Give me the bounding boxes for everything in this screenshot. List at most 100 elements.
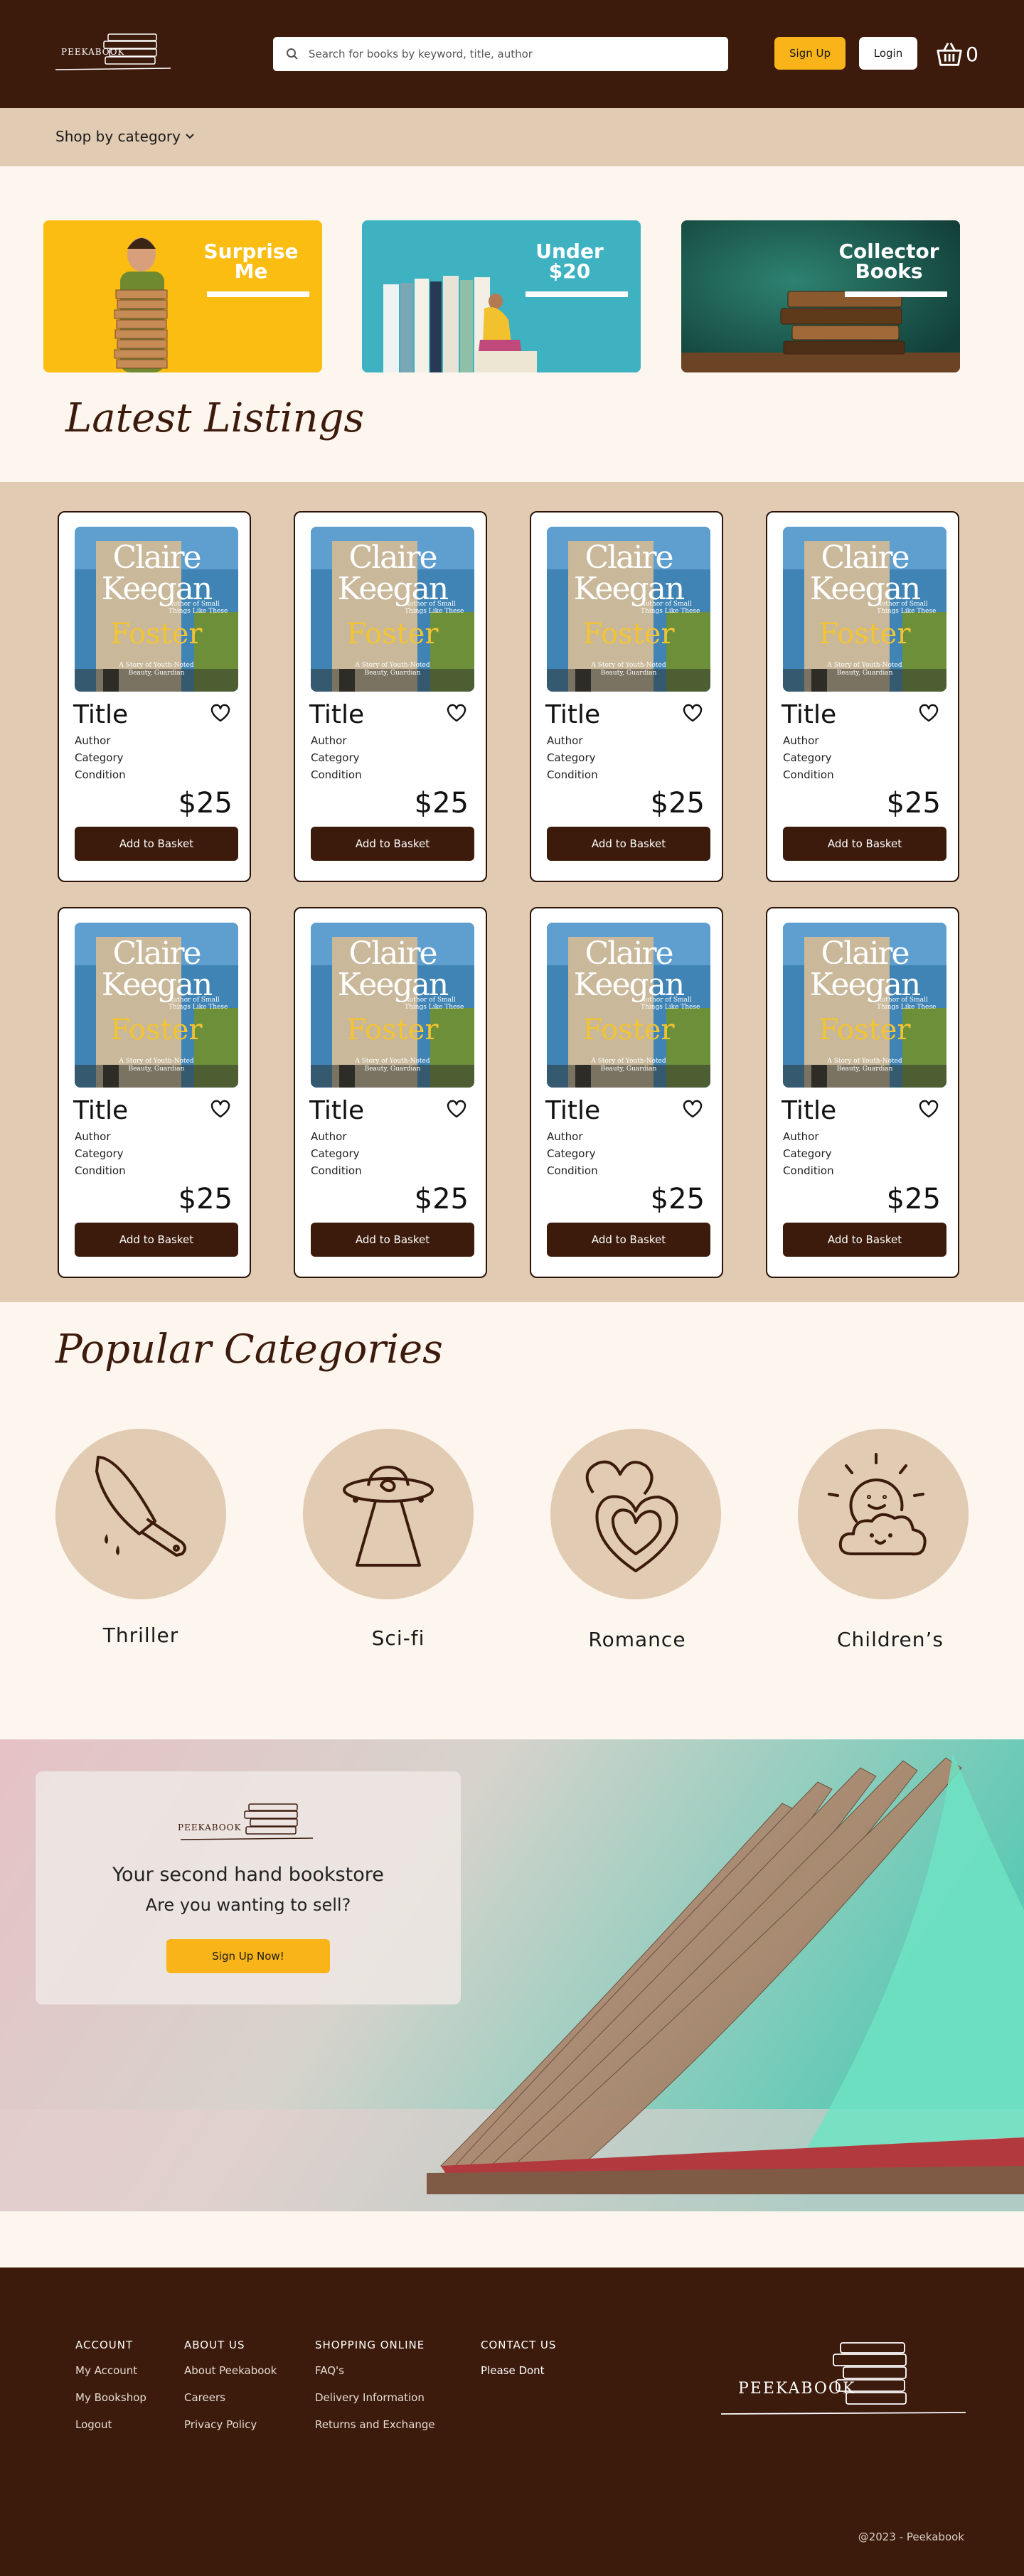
- footer-link[interactable]: Privacy Policy: [184, 2418, 277, 2431]
- book-cover-image[interactable]: Claire Keegan Author of Small Things Like…: [783, 527, 946, 692]
- category-romance[interactable]: [550, 1429, 721, 1599]
- heart-icon[interactable]: [918, 703, 939, 723]
- cover-title: Foster: [582, 1014, 675, 1046]
- cover-tag: Author of Small Things Like These: [405, 601, 464, 615]
- knife-icon: [95, 1456, 186, 1557]
- heart-icon[interactable]: [682, 1099, 703, 1119]
- footer-col-account: ACCOUNT My Account My Bookshop Logout: [75, 2339, 146, 2445]
- category-thriller[interactable]: [55, 1429, 226, 1599]
- footer-heading: ACCOUNT: [75, 2339, 134, 2351]
- heart-icon[interactable]: [918, 1099, 939, 1119]
- footer-link[interactable]: My Bookshop: [75, 2391, 146, 2404]
- book-price: $25: [886, 787, 941, 820]
- cover-subtitle: A Story of Youth-Noted Beauty, Guardian: [355, 662, 430, 677]
- book-price: $25: [178, 787, 233, 820]
- cover-subtitle: A Story of Youth-Noted Beauty, Guardian: [827, 1058, 902, 1073]
- footer-link[interactable]: Careers: [184, 2391, 277, 2404]
- search-bar[interactable]: Search for books by keyword, title, auth…: [273, 37, 728, 71]
- site-header: PEEKABOOK Search for books by keyword, t…: [0, 0, 1024, 108]
- book-author: Author: [311, 734, 347, 747]
- add-to-basket-button[interactable]: Add to Basket: [783, 827, 946, 861]
- chevron-down-icon: [186, 134, 194, 139]
- listing-card[interactable]: Claire Keegan Author of Small Things Like…: [766, 511, 959, 882]
- promo-surprise-me[interactable]: Surprise Me: [43, 220, 322, 372]
- heart-icon[interactable]: [682, 703, 703, 723]
- book-category: Category: [311, 751, 360, 764]
- listing-card[interactable]: Claire Keegan Author of Small Things Like…: [294, 511, 487, 882]
- listing-card[interactable]: Claire Keegan Author of Small Things Like…: [58, 907, 251, 1278]
- cover-title: Foster: [818, 1014, 911, 1046]
- book-cover-image[interactable]: Claire Keegan Author of Small Things Like…: [311, 527, 474, 692]
- book-author: Author: [75, 1130, 111, 1143]
- book-category: Category: [75, 1147, 124, 1160]
- signup-button[interactable]: Sign Up: [774, 37, 846, 70]
- book-condition: Condition: [311, 1164, 362, 1177]
- footer-link[interactable]: My Account: [75, 2364, 146, 2377]
- listing-card[interactable]: Claire Keegan Author of Small Things Like…: [58, 511, 251, 882]
- footer-link[interactable]: About Peekabook: [184, 2364, 277, 2377]
- add-to-basket-button[interactable]: Add to Basket: [783, 1223, 946, 1257]
- book-condition: Condition: [783, 768, 834, 781]
- book-price: $25: [886, 1183, 941, 1215]
- book-author: Author: [547, 734, 583, 747]
- heart-icon[interactable]: [210, 703, 231, 723]
- hearts-icon: [585, 1460, 678, 1572]
- listing-card[interactable]: Claire Keegan Author of Small Things Like…: [294, 907, 487, 1278]
- book-price: $25: [414, 1183, 469, 1215]
- add-to-basket-button[interactable]: Add to Basket: [311, 1223, 474, 1257]
- add-to-basket-button[interactable]: Add to Basket: [311, 827, 474, 861]
- listing-card[interactable]: Claire Keegan Author of Small Things Like…: [766, 907, 959, 1278]
- sign-up-now-button[interactable]: Sign Up Now!: [166, 1939, 330, 1973]
- sell-panel: PEEKABOOK Your second hand bookstore Are…: [36, 1771, 461, 2005]
- cover-subtitle: A Story of Youth-Noted Beauty, Guardian: [119, 662, 194, 677]
- sell-tagline: Your second hand bookstore: [112, 1864, 384, 1886]
- book-cover-image[interactable]: Claire Keegan Author of Small Things Like…: [783, 923, 946, 1088]
- promo-collector-books[interactable]: Collector Books: [681, 220, 960, 372]
- shop-by-category-label: Shop by category: [55, 128, 181, 145]
- add-to-basket-button[interactable]: Add to Basket: [547, 1223, 710, 1257]
- footer-link[interactable]: Logout: [75, 2418, 146, 2431]
- promo-underline: [526, 291, 628, 297]
- cover-subtitle: A Story of Youth-Noted Beauty, Guardian: [355, 1058, 430, 1073]
- shop-by-category-dropdown[interactable]: Shop by category: [55, 128, 195, 145]
- footer-logo[interactable]: PEEKABOOK: [720, 2336, 969, 2442]
- book-cover-image[interactable]: Claire Keegan Author of Small Things Like…: [547, 923, 710, 1088]
- listing-card[interactable]: Claire Keegan Author of Small Things Like…: [530, 907, 723, 1278]
- book-title: Title: [545, 1096, 601, 1125]
- cover-subtitle: A Story of Youth-Noted Beauty, Guardian: [591, 1058, 666, 1073]
- footer-col-about: ABOUT US About Peekabook Careers Privacy…: [184, 2339, 277, 2445]
- promo-label: Surprise Me: [203, 240, 299, 283]
- basket-button[interactable]: 0: [936, 38, 978, 70]
- add-to-basket-button[interactable]: Add to Basket: [547, 827, 710, 861]
- cover-author: Claire Keegan: [809, 540, 922, 607]
- footer-link[interactable]: Please Dont: [481, 2364, 556, 2377]
- sell-question: Are you wanting to sell?: [145, 1895, 351, 1915]
- book-cover-image[interactable]: Claire Keegan Author of Small Things Like…: [311, 923, 474, 1088]
- cover-title: Foster: [346, 618, 439, 650]
- book-cover-image[interactable]: Claire Keegan Author of Small Things Like…: [75, 923, 238, 1088]
- heart-icon[interactable]: [446, 703, 467, 723]
- add-to-basket-button[interactable]: Add to Basket: [75, 827, 238, 861]
- footer-link[interactable]: Delivery Information: [315, 2391, 435, 2404]
- promo-under-20[interactable]: Under $20: [362, 220, 641, 372]
- heart-icon[interactable]: [210, 1099, 231, 1119]
- book-price: $25: [178, 1183, 233, 1215]
- cover-title: Foster: [110, 618, 203, 650]
- category-childrens[interactable]: [798, 1429, 969, 1599]
- panel-logo-text: PEEKABOOK: [178, 1823, 242, 1832]
- book-cover-image[interactable]: Claire Keegan Author of Small Things Like…: [547, 527, 710, 692]
- footer-link[interactable]: FAQ's: [315, 2364, 435, 2377]
- site-footer: ACCOUNT My Account My Bookshop Logout AB…: [0, 2268, 1024, 2576]
- heart-icon[interactable]: [446, 1099, 467, 1119]
- footer-link[interactable]: Returns and Exchange: [315, 2418, 435, 2431]
- book-cover-image[interactable]: Claire Keegan Author of Small Things Like…: [75, 527, 238, 692]
- cover-author: Claire Keegan: [101, 540, 213, 607]
- header-logo[interactable]: PEEKABOOK: [53, 28, 174, 78]
- add-to-basket-button[interactable]: Add to Basket: [75, 1223, 238, 1257]
- search-input[interactable]: Search for books by keyword, title, auth…: [309, 48, 533, 60]
- listing-card[interactable]: Claire Keegan Author of Small Things Like…: [530, 511, 723, 882]
- cover-tag: Author of Small Things Like These: [877, 997, 937, 1011]
- login-button[interactable]: Login: [859, 37, 917, 70]
- cover-title: Foster: [110, 1014, 203, 1046]
- category-sci-fi[interactable]: [303, 1429, 474, 1599]
